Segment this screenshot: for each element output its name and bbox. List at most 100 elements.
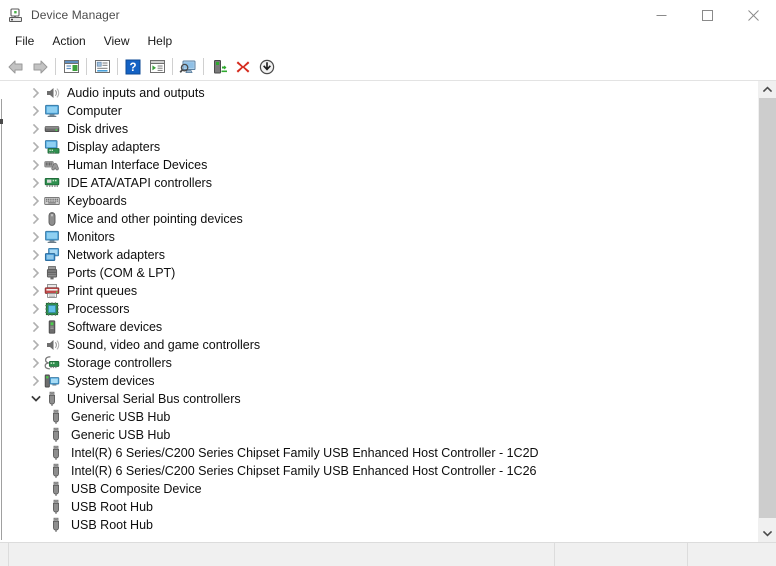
window-title: Device Manager: [31, 8, 120, 22]
tree-row[interactable]: Storage controllers: [5, 354, 758, 372]
tree-row-label: Sound, video and game controllers: [67, 338, 261, 352]
chevron-right-icon[interactable]: [28, 372, 44, 390]
usb-icon: [48, 481, 64, 497]
scroll-down-icon[interactable]: [759, 525, 776, 542]
toolbar-separator: [117, 58, 118, 75]
tree-row-label: Monitors: [67, 230, 115, 244]
tree-row[interactable]: Intel(R) 6 Series/C200 Series Chipset Fa…: [5, 462, 758, 480]
back-arrow-icon[interactable]: [4, 55, 28, 78]
show-hide-console-tree-icon[interactable]: [59, 55, 83, 78]
chevron-right-icon[interactable]: [28, 102, 44, 120]
device-tree[interactable]: Audio inputs and outputs Computer Disk d…: [5, 81, 758, 542]
chevron-right-icon[interactable]: [28, 336, 44, 354]
content-area: Audio inputs and outputs Computer Disk d…: [0, 81, 776, 542]
close-button[interactable]: [730, 0, 776, 30]
chevron-right-icon[interactable]: [28, 318, 44, 336]
tree-row[interactable]: Sound, video and game controllers: [5, 336, 758, 354]
tree-row-label: Intel(R) 6 Series/C200 Series Chipset Fa…: [71, 464, 537, 478]
scrollbar-thumb[interactable]: [759, 98, 776, 518]
tree-row[interactable]: Software devices: [5, 318, 758, 336]
tree-row-label: Software devices: [67, 320, 163, 334]
chevron-right-icon[interactable]: [28, 192, 44, 210]
tree-row[interactable]: Computer: [5, 102, 758, 120]
chevron-right-icon[interactable]: [28, 120, 44, 138]
ide-controller-icon: [44, 175, 60, 191]
tree-row[interactable]: Universal Serial Bus controllers: [5, 390, 758, 408]
minimize-button[interactable]: [638, 0, 684, 30]
tree-row-label: System devices: [67, 374, 155, 388]
processor-icon: [44, 301, 60, 317]
chevron-right-icon[interactable]: [28, 138, 44, 156]
vertical-scrollbar[interactable]: [758, 81, 776, 542]
scroll-up-icon[interactable]: [759, 81, 776, 98]
tree-row-label: Print queues: [67, 284, 138, 298]
tree-row-label: USB Root Hub: [71, 500, 153, 514]
usb-icon: [48, 463, 64, 479]
tree-row[interactable]: USB Root Hub: [5, 516, 758, 534]
system-device-icon: [44, 373, 60, 389]
tree-row[interactable]: Generic USB Hub: [5, 426, 758, 444]
usb-icon: [44, 391, 60, 407]
status-message: [9, 543, 555, 566]
chevron-right-icon[interactable]: [28, 282, 44, 300]
tree-row[interactable]: Intel(R) 6 Series/C200 Series Chipset Fa…: [5, 444, 758, 462]
tree-row[interactable]: Network adapters: [5, 246, 758, 264]
properties-icon[interactable]: [90, 55, 114, 78]
usb-icon: [48, 445, 64, 461]
update-driver-icon[interactable]: [145, 55, 169, 78]
menu-help[interactable]: Help: [139, 31, 182, 52]
tree-row[interactable]: Monitors: [5, 228, 758, 246]
chevron-right-icon[interactable]: [28, 264, 44, 282]
status-pane-3: [688, 543, 776, 566]
tree-row[interactable]: Ports (COM & LPT): [5, 264, 758, 282]
menu-view[interactable]: View: [95, 31, 139, 52]
add-legacy-hardware-icon[interactable]: [207, 55, 231, 78]
tree-row-label: USB Composite Device: [71, 482, 202, 496]
chevron-right-icon[interactable]: [28, 246, 44, 264]
speaker-icon: [44, 337, 60, 353]
tree-row-label: Intel(R) 6 Series/C200 Series Chipset Fa…: [71, 446, 539, 460]
tree-row[interactable]: IDE ATA/ATAPI controllers: [5, 174, 758, 192]
menu-file[interactable]: File: [6, 31, 43, 52]
chevron-right-icon[interactable]: [28, 228, 44, 246]
chevron-right-icon[interactable]: [28, 84, 44, 102]
tree-row[interactable]: Keyboards: [5, 192, 758, 210]
chevron-right-icon[interactable]: [28, 174, 44, 192]
disk-drive-icon: [44, 121, 60, 137]
window-controls: [638, 0, 776, 30]
tree-row-label: USB Root Hub: [71, 518, 153, 532]
storage-controller-icon: [44, 355, 60, 371]
maximize-button[interactable]: [684, 0, 730, 30]
tree-row[interactable]: Generic USB Hub: [5, 408, 758, 426]
disable-device-icon[interactable]: [255, 55, 279, 78]
chevron-right-icon[interactable]: [28, 354, 44, 372]
tree-row[interactable]: USB Root Hub: [5, 498, 758, 516]
tree-row[interactable]: Audio inputs and outputs: [5, 84, 758, 102]
tree-row[interactable]: Print queues: [5, 282, 758, 300]
chevron-right-icon[interactable]: [28, 156, 44, 174]
tree-row[interactable]: System devices: [5, 372, 758, 390]
toolbar-separator: [172, 58, 173, 75]
chevron-down-icon[interactable]: [28, 390, 44, 408]
tree-row[interactable]: Mice and other pointing devices: [5, 210, 758, 228]
tree-row[interactable]: Disk drives: [5, 120, 758, 138]
uninstall-device-icon[interactable]: [231, 55, 255, 78]
printer-icon: [44, 283, 60, 299]
chevron-right-icon[interactable]: [28, 300, 44, 318]
menu-action[interactable]: Action: [43, 31, 94, 52]
tree-row-label: Generic USB Hub: [71, 410, 171, 424]
keyboard-icon: [44, 193, 60, 209]
monitor-icon: [44, 229, 60, 245]
help-icon[interactable]: ?: [121, 55, 145, 78]
tree-row[interactable]: Processors: [5, 300, 758, 318]
monitor-icon: [44, 103, 60, 119]
tree-row[interactable]: USB Composite Device: [5, 480, 758, 498]
tree-row-label: Generic USB Hub: [71, 428, 171, 442]
port-icon: [44, 265, 60, 281]
forward-arrow-icon[interactable]: [28, 55, 52, 78]
chevron-right-icon[interactable]: [28, 210, 44, 228]
toolbar-separator: [203, 58, 204, 75]
tree-row[interactable]: Display adapters: [5, 138, 758, 156]
tree-row[interactable]: Human Interface Devices: [5, 156, 758, 174]
scan-for-hardware-changes-icon[interactable]: [176, 55, 200, 78]
